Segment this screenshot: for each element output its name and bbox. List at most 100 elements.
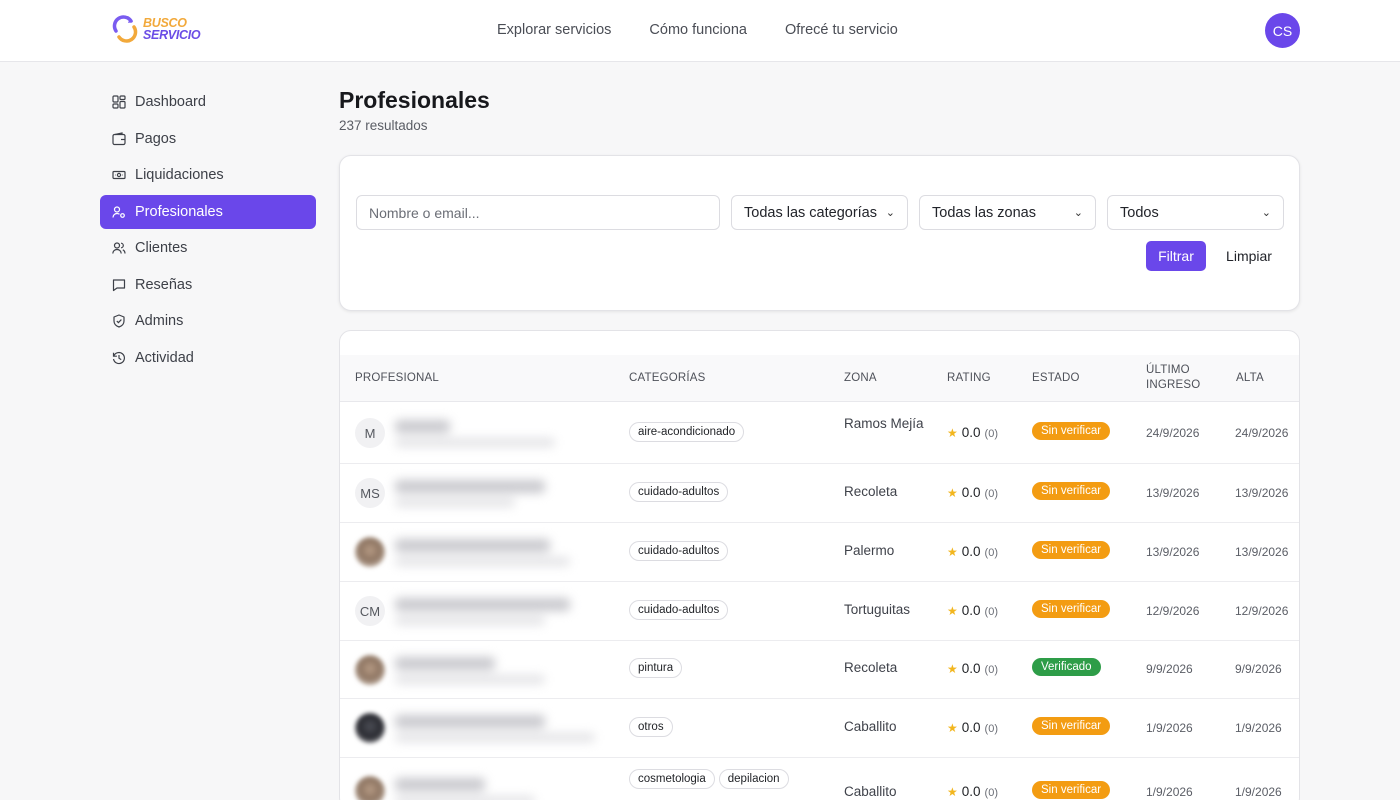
status-badge: Sin verificar (1032, 482, 1111, 500)
redacted-name (395, 594, 615, 628)
rating-cell: ★ 0.0 (0) (947, 485, 998, 500)
sidebar-item-clientes[interactable]: Clientes (100, 231, 316, 265)
table-header: PROFESIONAL CATEGORÍAS ZONA RATING ESTAD… (340, 355, 1299, 402)
nav-ofrece-tu-servicio[interactable]: Ofrecé tu servicio (785, 22, 898, 38)
zone-select[interactable]: Todas las zonas ⌄ (919, 195, 1096, 230)
table-row[interactable]: otros Caballito ★ 0.0 (0) Sin verificar … (340, 699, 1299, 758)
category-tag: aire-acondicionado (629, 422, 745, 442)
column-header-zona[interactable]: ZONA (844, 371, 877, 386)
rating-cell: ★ 0.0 (0) (947, 661, 998, 676)
brand-logo[interactable]: BUSCO SERVICIO (111, 15, 201, 43)
wallet-icon (112, 131, 126, 145)
user-cog-icon (112, 205, 125, 218)
star-icon: ★ (947, 426, 958, 440)
sidebar-item-liquidaciones[interactable]: Liquidaciones (100, 158, 316, 192)
review-count: (0) (984, 428, 998, 440)
rating-value: 0.0 (961, 485, 981, 500)
zone-cell: Tortuguitas (844, 602, 911, 617)
sidebar-item-dashboard[interactable]: Dashboard (100, 85, 316, 119)
column-header-ultimo-ingreso[interactable]: ÚLTIMO INGRESO (1146, 363, 1216, 393)
status-badge: Sin verificar (1032, 600, 1111, 618)
status-cell: Sin verificar (1032, 600, 1111, 618)
user-avatar[interactable]: CS (1265, 13, 1300, 48)
status-cell: Sin verificar (1032, 781, 1111, 799)
sidebar-item-label: Dashboard (135, 94, 206, 110)
redacted-name (395, 535, 615, 569)
main-nav: Explorar servicios Cómo funciona Ofrecé … (497, 22, 898, 38)
sidebar-item-label: Pagos (135, 130, 177, 147)
chevron-down-icon: ⌄ (1261, 207, 1271, 219)
last-login-cell: 12/9/2026 (1146, 604, 1200, 618)
column-header-alta[interactable]: ALTA (1236, 371, 1264, 386)
zone-cell: Ramos Mejía (844, 416, 924, 431)
filter-button[interactable]: Filtrar (1146, 241, 1206, 271)
column-header-estado[interactable]: ESTADO (1032, 371, 1080, 386)
star-icon: ★ (947, 545, 958, 559)
zone-cell: Caballito (844, 784, 897, 799)
category-tags: cosmetologia depilacion (629, 769, 793, 789)
category-tag: cuidado-adultos (629, 482, 729, 502)
review-count: (0) (984, 606, 998, 618)
results-count: 237 resultados (339, 118, 428, 133)
last-login-cell: 1/9/2026 (1146, 721, 1193, 735)
sidebar-item-label: Liquidaciones (135, 167, 224, 183)
table-row[interactable]: pintura Recoleta ★ 0.0 (0) Verificado 9/… (340, 641, 1299, 699)
star-icon: ★ (947, 604, 958, 618)
category-tags: cuidado-adultos (629, 541, 732, 561)
category-tags: cuidado-adultos (629, 600, 732, 620)
sidebar-item-resenas[interactable]: Reseñas (100, 268, 316, 302)
status-badge: Sin verificar (1032, 781, 1111, 799)
last-login-cell: 13/9/2026 (1146, 486, 1200, 500)
created-cell: 1/9/2026 (1235, 785, 1282, 799)
column-header-profesional[interactable]: PROFESIONAL (355, 371, 439, 386)
sidebar-item-profesionales[interactable]: Profesionales (100, 194, 316, 229)
nav-como-funciona[interactable]: Cómo funciona (649, 22, 747, 38)
category-tag: depilacion (718, 769, 789, 789)
category-select-value: Todas las categorías (744, 204, 877, 221)
clear-button[interactable]: Limpiar (1218, 241, 1280, 271)
table-row[interactable]: CM cuidado-adultos Tortuguitas ★ 0.0 (0)… (340, 582, 1299, 641)
table-row[interactable]: cosmetologia depilacion Caballito ★ 0.0 (… (340, 758, 1299, 800)
category-tag: cosmetologia (629, 769, 715, 789)
category-tag: otros (629, 717, 673, 737)
table-row[interactable]: cuidado-adultos Palermo ★ 0.0 (0) Sin ve… (340, 523, 1299, 582)
table-row[interactable]: MS cuidado-adultos Recoleta ★ 0.0 (0) Si… (340, 464, 1299, 523)
column-header-categorias[interactable]: CATEGORÍAS (629, 371, 706, 386)
search-input[interactable] (356, 195, 720, 230)
rating-value: 0.0 (961, 544, 981, 559)
sidebar-item-label: Actividad (135, 349, 194, 366)
avatar: MS (355, 478, 385, 508)
zone-cell: Recoleta (844, 660, 898, 675)
redacted-name (395, 476, 615, 510)
status-cell: Sin verificar (1032, 422, 1111, 440)
star-icon: ★ (947, 486, 958, 500)
created-cell: 9/9/2026 (1235, 662, 1282, 676)
status-cell: Sin verificar (1032, 717, 1111, 735)
review-count: (0) (984, 787, 998, 799)
message-icon (112, 278, 126, 291)
category-tags: aire-acondicionado (629, 422, 748, 442)
created-cell: 24/9/2026 (1235, 426, 1289, 440)
redacted-name (395, 416, 615, 450)
sidebar-item-admins[interactable]: Admins (100, 304, 316, 338)
status-select[interactable]: Todos ⌄ (1107, 195, 1284, 230)
column-header-rating[interactable]: RATING (947, 371, 991, 386)
status-badge: Verificado (1032, 658, 1101, 676)
rating-cell: ★ 0.0 (0) (947, 720, 998, 735)
dashboard-icon (112, 95, 126, 109)
sidebar-item-actividad[interactable]: Actividad (100, 341, 316, 375)
nav-explorar-servicios[interactable]: Explorar servicios (497, 22, 611, 38)
status-cell: Verificado (1032, 658, 1101, 676)
rating-value: 0.0 (961, 720, 981, 735)
rating-cell: ★ 0.0 (0) (947, 603, 998, 618)
sidebar-item-pagos[interactable]: Pagos (100, 122, 316, 156)
status-badge: Sin verificar (1032, 541, 1111, 559)
status-select-value: Todos (1120, 204, 1159, 221)
category-select[interactable]: Todas las categorías ⌄ (731, 195, 908, 230)
logo-icon (112, 15, 138, 43)
rating-value: 0.0 (961, 425, 981, 440)
table-row[interactable]: M aire-acondicionado Ramos Mejía ★ 0.0 (… (340, 402, 1299, 464)
rating-value: 0.0 (961, 784, 981, 799)
avatar (355, 655, 385, 685)
redacted-name (395, 774, 615, 800)
